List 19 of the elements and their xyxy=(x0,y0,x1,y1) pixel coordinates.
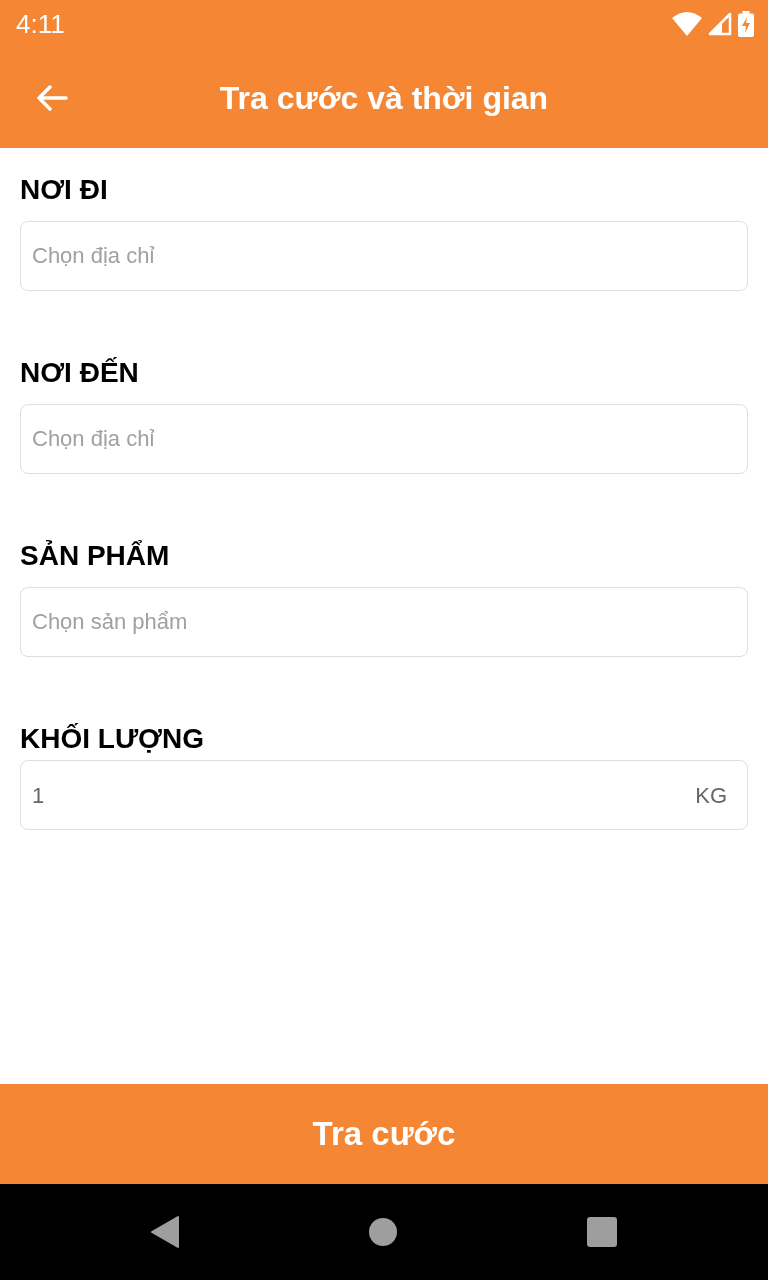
field-label: KHỐI LƯỢNG xyxy=(20,722,204,756)
input-field[interactable]: 1 KG xyxy=(20,760,748,830)
battery-charging-icon xyxy=(738,11,754,37)
field-label: SẢN PHẨM xyxy=(20,539,170,573)
status-time: 4:11 xyxy=(16,11,65,37)
home-nav-icon[interactable] xyxy=(368,1217,398,1247)
recents-nav-icon[interactable] xyxy=(586,1216,618,1248)
unit-label: KG xyxy=(695,781,727,810)
field-label: NƠI ĐI xyxy=(20,173,108,207)
back-nav-icon[interactable] xyxy=(150,1215,180,1249)
signal-icon xyxy=(708,12,732,36)
field-label: NƠI ĐẾN xyxy=(20,356,139,390)
input-field[interactable]: Chọn địa chỉ xyxy=(20,221,748,291)
back-arrow-icon xyxy=(36,85,68,111)
wifi-icon xyxy=(672,12,702,36)
input-field[interactable]: Chọn sản phẩm xyxy=(20,587,748,657)
screen-title: Tra cước và thời gian xyxy=(219,82,549,114)
input-field[interactable]: Chọn địa chỉ xyxy=(20,404,748,474)
value-input[interactable]: 1 xyxy=(32,778,696,812)
